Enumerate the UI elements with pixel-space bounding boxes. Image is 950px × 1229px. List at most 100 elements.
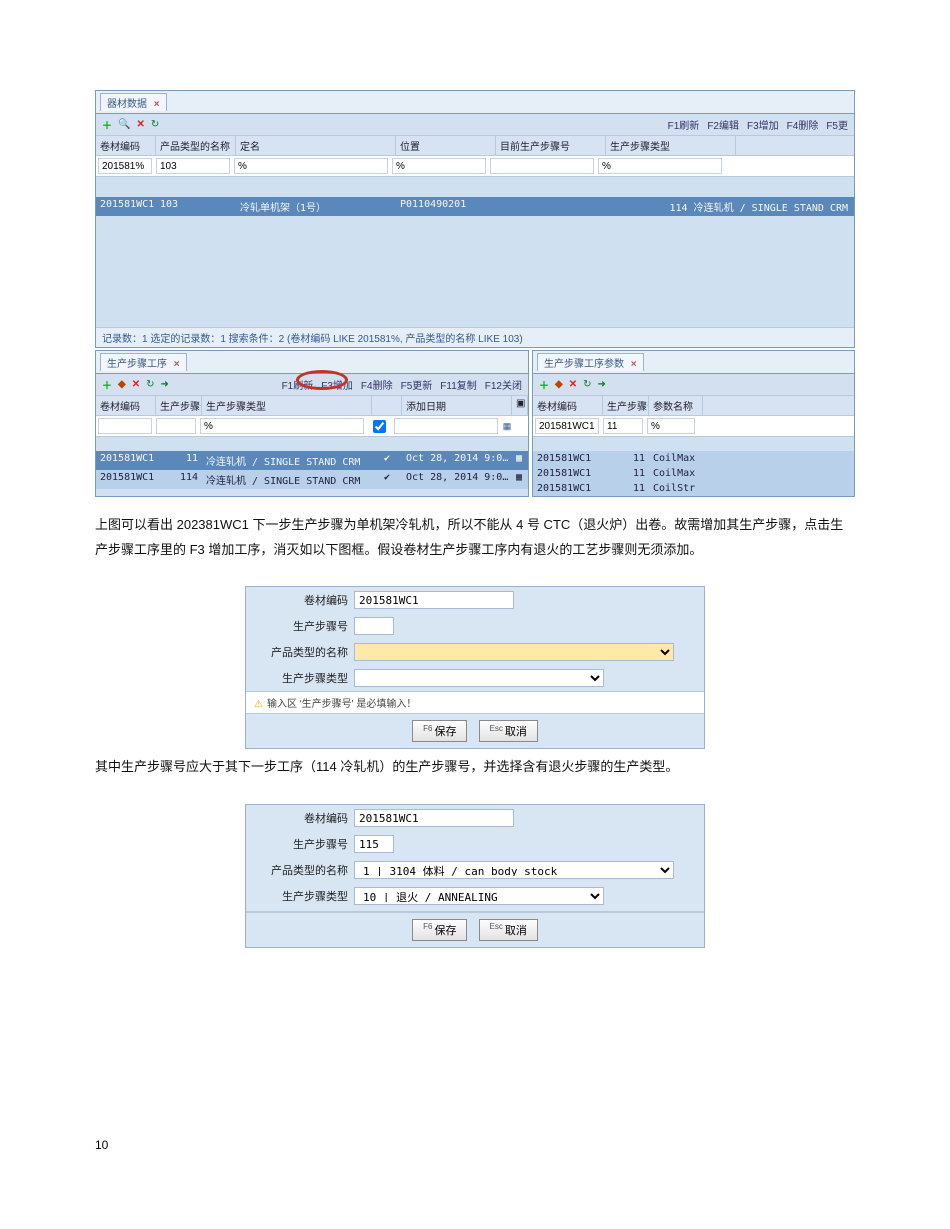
table-row[interactable]: 201581WC1 11 CoilMax — [533, 451, 854, 466]
filter-type[interactable] — [598, 158, 722, 174]
refresh-icon[interactable]: ↻ — [151, 119, 159, 130]
status-bar: 记录数：1 选定的记录数：1 搜索条件：2 (卷材编码 LIKE 201581%… — [96, 327, 854, 347]
save-button[interactable]: F6保存 — [412, 720, 467, 742]
filter-pos[interactable] — [392, 158, 486, 174]
calendar-icon[interactable]: ▦ — [500, 416, 514, 436]
filter-check[interactable] — [373, 420, 386, 433]
col-header: 生产步骤类型 — [606, 136, 736, 155]
table-row[interactable]: 201581WC1 11 冷连轧机 / SINGLE STAND CRM ✔ O… — [96, 451, 528, 470]
table-row[interactable]: 201581WC1 103 冷轧单机架（1号） P0110490201 114 … — [96, 197, 854, 216]
filter[interactable] — [200, 418, 364, 434]
filter[interactable] — [98, 418, 152, 434]
field-step[interactable] — [354, 617, 394, 635]
step-param-panel: 生产步骤工序参数 × ＋ ◆ ✕ ↻ ➜ 卷材编码 生产步骤号 参数名称 — [532, 350, 855, 497]
cancel-button[interactable]: Esc取消 — [479, 720, 538, 742]
col-header: 生产步骤类型 — [202, 396, 372, 415]
filter[interactable] — [156, 418, 196, 434]
fkey[interactable]: F5更 — [826, 117, 848, 132]
edit-icon[interactable]: ◆ — [555, 379, 563, 390]
cell: Oct 28, 2014 9:0… — [402, 471, 512, 488]
field-prod[interactable]: 1 | 3104 体料 / can body stock — [354, 861, 674, 879]
close-icon[interactable]: × — [174, 359, 180, 370]
tab-step-param[interactable]: 生产步骤工序参数 × — [537, 353, 644, 371]
label-type: 生产步骤类型 — [254, 888, 354, 904]
filter[interactable] — [535, 418, 599, 434]
filter-prod[interactable] — [156, 158, 230, 174]
cell-pos: P0110490201 — [396, 198, 496, 215]
right-grid-body[interactable]: 201581WC1 11 CoilMax 201581WC1 11 CoilMa… — [533, 437, 854, 496]
fkey[interactable]: F2编辑 — [707, 117, 739, 132]
delete-icon[interactable]: ✕ — [569, 379, 577, 390]
tab-material-data[interactable]: 器材数据 × — [100, 93, 167, 111]
filter[interactable] — [603, 418, 643, 434]
field-prod[interactable] — [354, 643, 674, 661]
save-button[interactable]: F6保存 — [412, 919, 467, 941]
arrow-icon[interactable]: ➜ — [160, 379, 168, 390]
fkey[interactable]: F3增加 — [747, 117, 779, 132]
page-number: 10 — [95, 1138, 855, 1152]
add-icon[interactable]: ＋ — [539, 377, 549, 392]
table-row[interactable]: 201581WC1 11 CoilMax — [533, 466, 854, 481]
field-code — [354, 591, 514, 609]
fkey[interactable]: F1刷新 — [668, 117, 700, 132]
cancel-button[interactable]: Esc取消 — [479, 919, 538, 941]
col-header: 卷材编码 — [533, 396, 603, 415]
arrow-icon[interactable]: ➜ — [597, 379, 605, 390]
validation-warning: 输入区 '生产步骤号' 是必填输入！ — [246, 691, 704, 713]
cell: 201581WC1 — [533, 482, 603, 495]
cell: 11 — [156, 452, 202, 469]
cell: 冷连轧机 / SINGLE STAND CRM — [202, 452, 372, 469]
cell: 201581WC1 — [533, 452, 603, 465]
search-icon[interactable]: 🔍 — [118, 119, 130, 130]
delete-icon[interactable]: ✕ — [136, 119, 144, 130]
fkey[interactable]: F5更新 — [401, 377, 433, 392]
refresh-icon[interactable]: ↻ — [146, 379, 154, 390]
right-toolbar: ＋ ◆ ✕ ↻ ➜ — [533, 374, 854, 395]
close-icon[interactable]: × — [154, 99, 160, 110]
fkey[interactable]: F1刷新 — [282, 377, 314, 392]
field-step[interactable] — [354, 835, 394, 853]
cell-name: 冷轧单机架（1号） — [236, 198, 396, 215]
add-icon[interactable]: ＋ — [102, 117, 112, 132]
filter[interactable] — [394, 418, 498, 434]
fkey-f3-add[interactable]: F3增加 — [321, 377, 353, 392]
fkey[interactable]: F12关闭 — [485, 377, 522, 392]
cell: ✔ — [372, 471, 402, 488]
top-grid-body[interactable]: 201581WC1 103 冷轧单机架（1号） P0110490201 114 … — [96, 177, 854, 327]
col-header: 卷材编码 — [96, 136, 156, 155]
field-type[interactable] — [354, 669, 604, 687]
cell-prod: 103 — [156, 198, 236, 215]
fkey[interactable]: F4删除 — [361, 377, 393, 392]
col-header: 生产步骤号 — [603, 396, 649, 415]
label-type: 生产步骤类型 — [254, 670, 354, 686]
filter-name[interactable] — [234, 158, 388, 174]
fkey[interactable]: F4删除 — [787, 117, 819, 132]
delete-icon[interactable]: ✕ — [132, 379, 140, 390]
add-step-dialog-filled: 卷材编码 生产步骤号 产品类型的名称 1 | 3104 体料 / can bod… — [245, 804, 705, 948]
edit-icon[interactable]: ◆ — [118, 379, 126, 390]
col-header: 参数名称 — [649, 396, 703, 415]
col-header: 添加日期 — [402, 396, 512, 415]
top-grid-header: 卷材编码 产品类型的名称 定名 位置 目前生产步骤号 生产步骤类型 — [96, 135, 854, 156]
paragraph-1: 上图可以看出 202381WC1 下一步生产步骤为单机架冷轧机，所以不能从 4 … — [95, 513, 855, 562]
filter[interactable] — [647, 418, 695, 434]
tab-strip: 生产步骤工序参数 × — [533, 351, 854, 374]
refresh-icon[interactable]: ↻ — [583, 379, 591, 390]
cell: Oct 28, 2014 9:0… — [402, 452, 512, 469]
label-code: 卷材编码 — [254, 592, 354, 608]
tab-step-process[interactable]: 生产步骤工序 × — [100, 353, 187, 371]
cell: 114 — [156, 471, 202, 488]
add-icon[interactable]: ＋ — [102, 377, 112, 392]
close-icon[interactable]: × — [631, 359, 637, 370]
table-row[interactable]: 201581WC1 114 冷连轧机 / SINGLE STAND CRM ✔ … — [96, 470, 528, 489]
filter-code[interactable] — [98, 158, 152, 174]
cell: 201581WC1 — [533, 467, 603, 480]
field-type[interactable]: 10 | 退火 / ANNEALING — [354, 887, 604, 905]
table-row[interactable]: 201581WC1 11 CoilStr — [533, 481, 854, 496]
material-data-panel: 器材数据 × ＋ 🔍 ✕ ↻ F1刷新 F2编辑 F3增加 F4删除 F5更 卷… — [95, 90, 855, 348]
fkey[interactable]: F11复制 — [440, 377, 477, 392]
col-header: 产品类型的名称 — [156, 136, 236, 155]
filter-step[interactable] — [490, 158, 594, 174]
left-grid-filter: ▦ — [96, 416, 528, 437]
left-grid-body[interactable]: 201581WC1 11 冷连轧机 / SINGLE STAND CRM ✔ O… — [96, 437, 528, 489]
